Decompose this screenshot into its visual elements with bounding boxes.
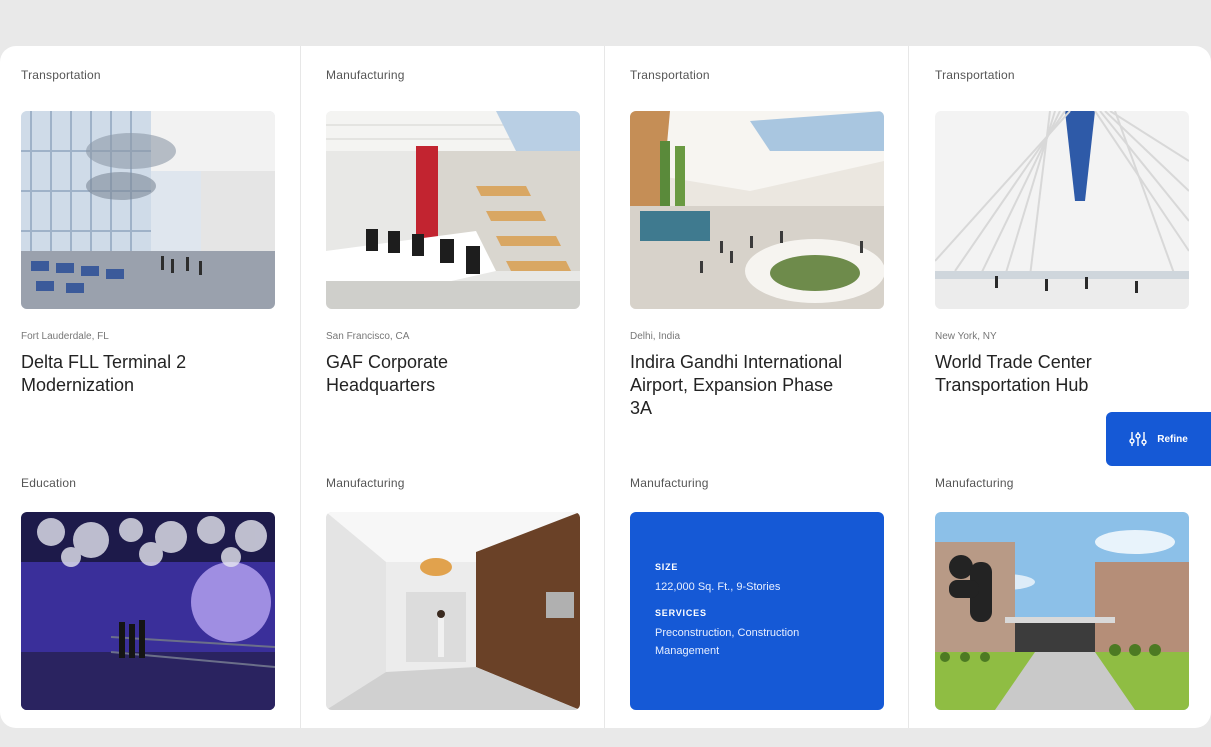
project-title[interactable]: World Trade Center Transportation Hub [935, 351, 1165, 397]
refine-button[interactable]: Refine [1106, 412, 1211, 466]
project-title[interactable]: GAF Corporate Headquarters [326, 351, 556, 397]
project-card[interactable]: Manufacturing [326, 68, 580, 395]
project-image[interactable] [630, 111, 884, 309]
project-location: Fort Lauderdale, FL [21, 331, 109, 342]
project-category: Manufacturing [326, 68, 405, 82]
project-card[interactable]: Transportation Delhi, India Indira Gandh… [630, 68, 884, 418]
project-card[interactable]: Manufacturing SIZE 122,000 Sq. Ft., 9-St… [630, 476, 884, 710]
corridor-photo [326, 512, 580, 710]
size-label: SIZE [655, 562, 679, 572]
column-divider [908, 46, 909, 728]
project-category: Manufacturing [935, 476, 1014, 490]
refine-label: Refine [1157, 433, 1188, 445]
project-location: Delhi, India [630, 331, 681, 342]
services-label: SERVICES [655, 608, 707, 618]
project-category: Manufacturing [630, 476, 709, 490]
project-title[interactable]: Delta FLL Terminal 2 Modernization [21, 351, 251, 397]
project-category: Transportation [935, 68, 1015, 82]
project-location: San Francisco, CA [326, 331, 410, 342]
building-exterior-photo [935, 512, 1189, 710]
project-category: Transportation [21, 68, 101, 82]
project-card[interactable]: Education [21, 476, 275, 710]
project-image[interactable] [21, 512, 275, 710]
sliders-icon [1129, 432, 1147, 446]
project-info-overlay[interactable]: SIZE 122,000 Sq. Ft., 9-Stories SERVICES… [630, 512, 884, 710]
exhibit-photo [21, 512, 275, 710]
project-category: Manufacturing [326, 476, 405, 490]
oculus-photo [935, 111, 1189, 309]
project-card[interactable]: Transportation Fort Lauderdale, FL Delta… [21, 68, 275, 395]
column-divider [300, 46, 301, 728]
airport-photo [630, 111, 884, 309]
project-image[interactable] [935, 512, 1189, 710]
terminal-photo [21, 111, 275, 309]
project-location: New York, NY [935, 331, 997, 342]
project-image[interactable] [935, 111, 1189, 309]
project-card[interactable]: Manufacturing [326, 476, 580, 710]
project-title[interactable]: Indira Gandhi International Airport, Exp… [630, 351, 860, 420]
project-card[interactable]: Manufacturing [935, 476, 1189, 710]
project-category: Transportation [630, 68, 710, 82]
project-category: Education [21, 476, 77, 490]
project-image[interactable] [326, 111, 580, 309]
project-card[interactable]: Transportation New York, NY World Trade … [935, 68, 1189, 395]
project-image[interactable] [326, 512, 580, 710]
office-photo [326, 111, 580, 309]
size-value: 122,000 Sq. Ft., 9-Stories [655, 581, 781, 593]
column-divider [604, 46, 605, 728]
project-image[interactable] [21, 111, 275, 309]
project-grid: Transportation Fort Lauderdale, FL Delta… [0, 46, 1211, 728]
services-value: Preconstruction, Construction Management [655, 627, 800, 657]
